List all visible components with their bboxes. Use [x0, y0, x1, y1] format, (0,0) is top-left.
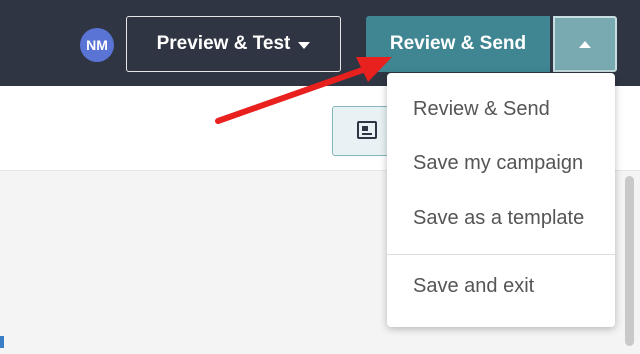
annotation-arrow-shaft [215, 63, 377, 124]
annotation-arrow [215, 57, 392, 124]
